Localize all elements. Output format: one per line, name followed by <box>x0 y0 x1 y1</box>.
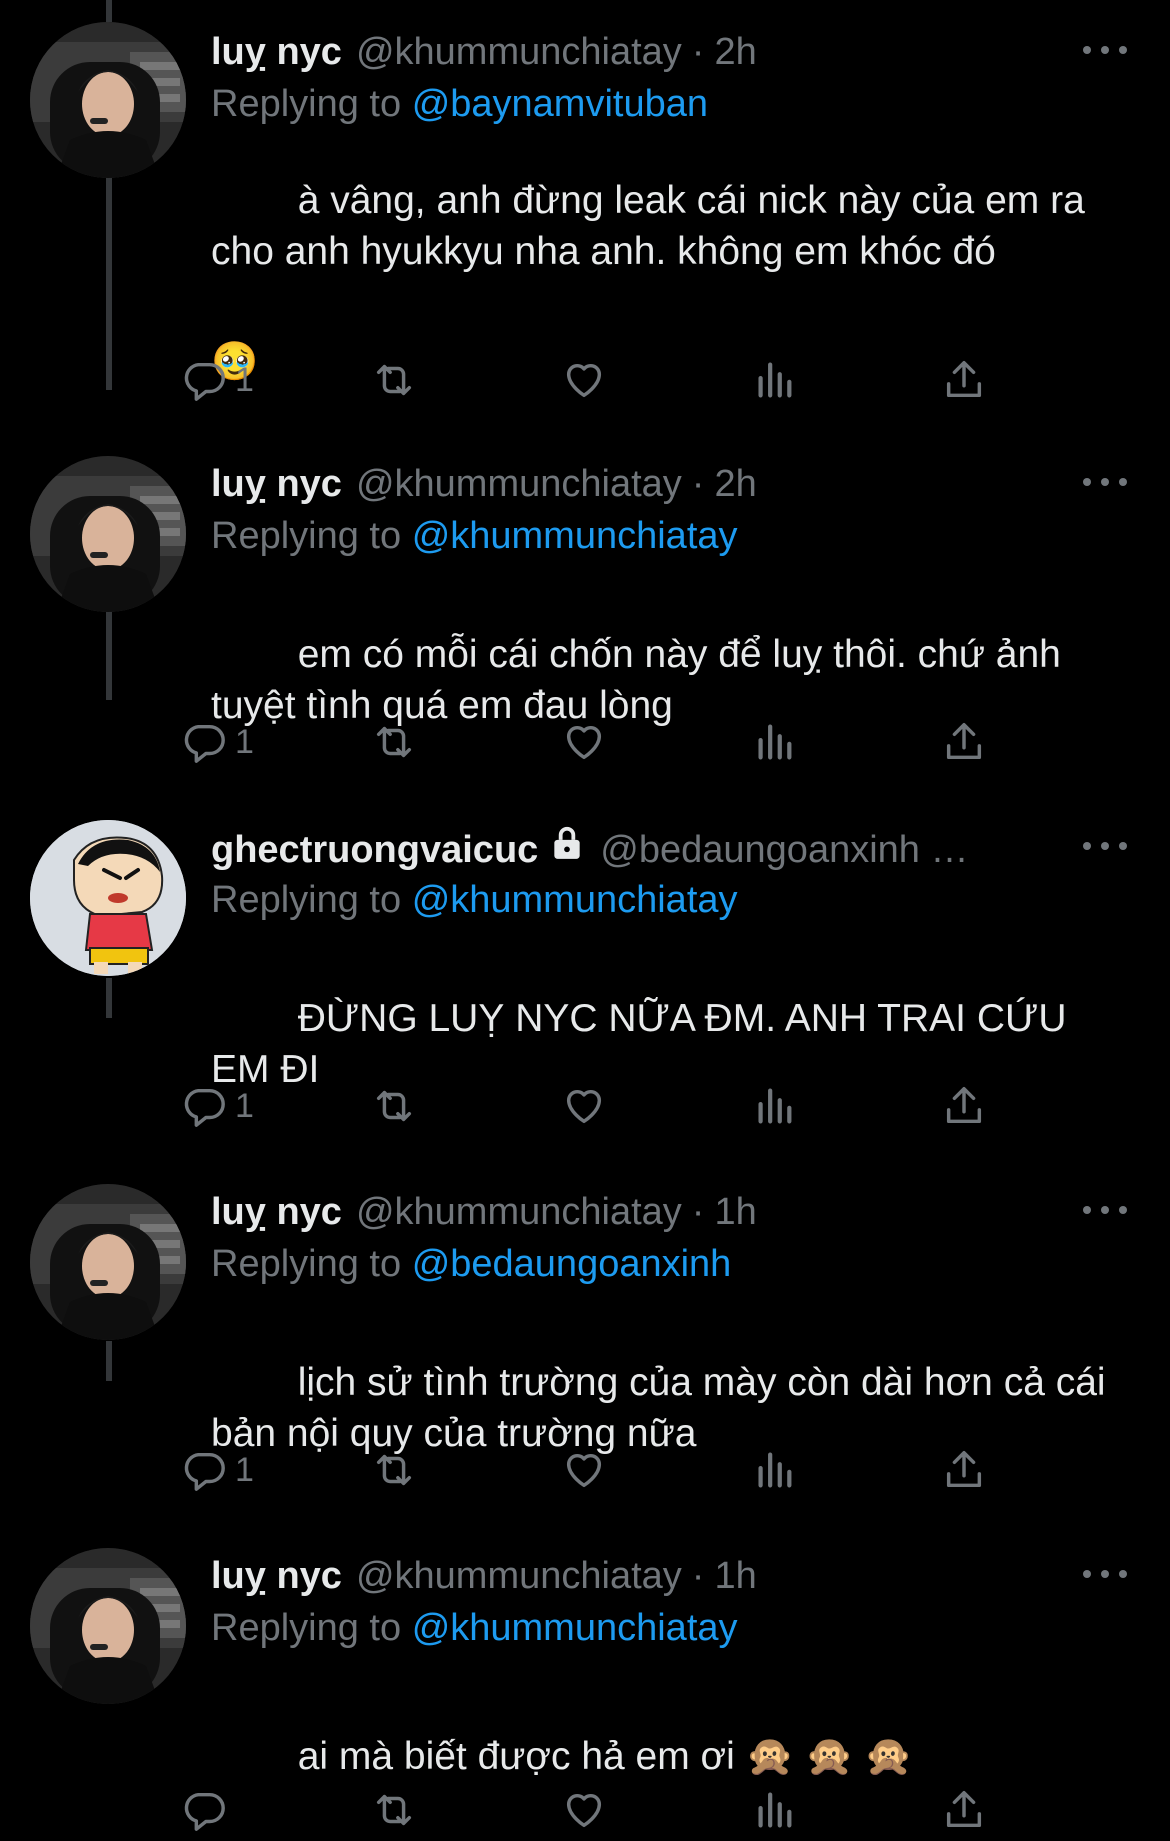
display-name[interactable]: luỵ nyc <box>211 28 342 76</box>
more-icon <box>1083 1206 1091 1214</box>
person-avatar-icon <box>30 1184 186 1340</box>
more-icon <box>1119 842 1127 850</box>
reply-icon <box>184 1792 225 1831</box>
views-icon <box>758 1792 792 1828</box>
tweet-header: luỵ nyc @khummunchiatay · 2h <box>211 460 1091 508</box>
replying-to-label: Replying to <box>211 1243 402 1285</box>
tweet-header: luỵ nyc @khummunchiatay · 2h <box>211 28 1091 76</box>
tweet[interactable]: luỵ nyc @khummunchiatay · 2h Replying to… <box>0 368 1170 763</box>
like-button[interactable] <box>561 1780 607 1840</box>
timestamp[interactable]: 1h <box>714 1552 756 1600</box>
more-icon <box>1101 842 1109 850</box>
display-name[interactable]: luỵ nyc <box>211 460 342 508</box>
timestamp[interactable]: 2h <box>714 28 756 76</box>
replying-to-label: Replying to <box>211 1607 402 1649</box>
share-icon <box>946 1791 982 1828</box>
tweet-text-content: ai mà biết được hả em ơi 🙊 🙊 🙊 <box>297 1735 913 1778</box>
replying-to: Replying to @baynamvituban <box>211 80 708 128</box>
person-avatar-icon <box>30 22 186 178</box>
views-button[interactable] <box>751 1780 797 1840</box>
tweet-text-content: à vâng, anh đừng leak cái nick này của e… <box>211 179 1096 273</box>
more-icon <box>1101 1206 1109 1214</box>
username[interactable]: @khummunchiatay <box>356 1552 682 1600</box>
separator-dot: · <box>691 1191 705 1233</box>
cartoon-avatar-icon <box>30 820 186 976</box>
avatar[interactable] <box>30 1184 186 1340</box>
username[interactable]: @khummunchiatay <box>356 1188 682 1236</box>
display-name[interactable]: ghectruongvaicuc <box>211 826 538 872</box>
more-options-button[interactable] <box>1083 30 1127 70</box>
more-icon <box>1119 478 1127 486</box>
tweet[interactable]: luỵ nyc @khummunchiatay · 1h Replying to… <box>0 1460 1170 1841</box>
replying-to: Replying to @khummunchiatay <box>211 1604 738 1652</box>
reply-mention-link[interactable]: @khummunchiatay <box>412 1607 738 1649</box>
person-avatar-icon <box>30 1548 186 1704</box>
more-options-button[interactable] <box>1083 462 1127 502</box>
share-button[interactable] <box>941 1780 987 1840</box>
more-icon <box>1083 46 1091 54</box>
replying-to: Replying to @bedaungoanxinh <box>211 1240 731 1288</box>
username[interactable]: @khummunchiatay <box>356 28 682 76</box>
more-icon <box>1101 478 1109 486</box>
lock-icon <box>554 826 580 859</box>
separator-dot: · <box>691 463 705 505</box>
display-name[interactable]: luỵ nyc <box>211 1552 342 1600</box>
replying-to: Replying to @khummunchiatay <box>211 876 738 924</box>
action-bar <box>184 1780 1071 1840</box>
more-options-button[interactable] <box>1083 1190 1127 1230</box>
tweet-header: ghectruongvaicuc @bedaungoanxinh … <box>211 824 1051 872</box>
more-icon <box>1083 478 1091 486</box>
username[interactable]: @bedaungoanxinh … <box>600 826 968 872</box>
more-icon <box>1119 1570 1127 1578</box>
tweet-header: luỵ nyc @khummunchiatay · 1h <box>211 1552 1091 1600</box>
replying-to-label: Replying to <box>211 879 402 921</box>
replying-to-label: Replying to <box>211 515 402 557</box>
more-icon <box>1119 46 1127 54</box>
display-name[interactable]: luỵ nyc <box>211 1188 342 1236</box>
avatar[interactable] <box>30 22 186 178</box>
protected-account <box>548 824 586 872</box>
more-options-button[interactable] <box>1083 826 1127 866</box>
timestamp[interactable]: 1h <box>714 1188 756 1236</box>
replying-to-label: Replying to <box>211 83 402 125</box>
reply-thread: luỵ nyc @khummunchiatay · 2h Replying to… <box>0 0 1170 1841</box>
more-icon <box>1083 842 1091 850</box>
reply-mention-link[interactable]: @baynamvituban <box>412 83 708 125</box>
username[interactable]: @khummunchiatay <box>356 460 682 508</box>
reply-mention-link[interactable]: @khummunchiatay <box>412 515 738 557</box>
more-icon <box>1101 1570 1109 1578</box>
reply-mention-link[interactable]: @bedaungoanxinh <box>412 1243 732 1285</box>
more-icon <box>1083 1570 1091 1578</box>
separator-dot: · <box>691 1555 705 1597</box>
more-icon <box>1119 1206 1127 1214</box>
separator-dot: · <box>691 31 705 73</box>
retweet-button[interactable] <box>371 1780 417 1840</box>
timestamp[interactable]: 2h <box>714 460 756 508</box>
person-avatar-icon <box>30 456 186 612</box>
replying-to: Replying to @khummunchiatay <box>211 512 738 560</box>
reply-mention-link[interactable]: @khummunchiatay <box>412 879 738 921</box>
more-icon <box>1101 46 1109 54</box>
more-options-button[interactable] <box>1083 1554 1127 1594</box>
tweet[interactable]: luỵ nyc @khummunchiatay · 1h Replying to… <box>0 1096 1170 1491</box>
heart-icon <box>566 1793 602 1828</box>
avatar[interactable] <box>30 1548 186 1704</box>
tweet[interactable]: ghectruongvaicuc @bedaungoanxinh … Reply… <box>0 732 1170 1127</box>
avatar[interactable] <box>30 820 186 976</box>
avatar[interactable] <box>30 456 186 612</box>
tweet-header: luỵ nyc @khummunchiatay · 1h <box>211 1188 1091 1236</box>
reply-button[interactable] <box>181 1780 235 1840</box>
retweet-icon <box>376 1794 412 1826</box>
